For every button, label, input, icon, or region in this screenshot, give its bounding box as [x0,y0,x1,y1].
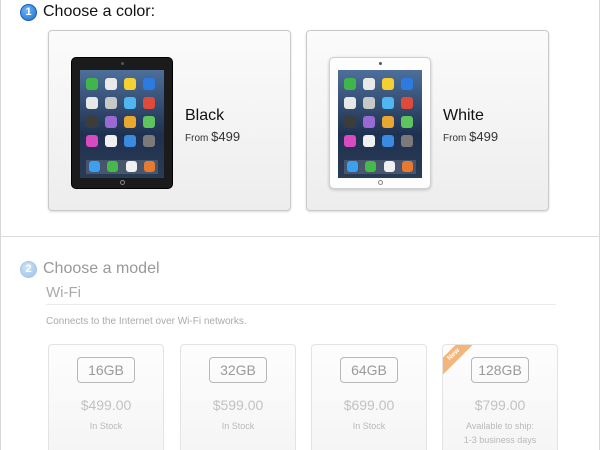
color-price-black: From $499 [185,129,241,144]
capacity-label: 16GB [77,357,135,383]
capacity-stock: In Stock [89,421,123,431]
capacity-option-64gb[interactable]: 64GB $699.00 In Stock [311,344,427,450]
capacity-label: 128GB [471,357,529,383]
capacity-option-128gb[interactable]: New 128GB $799.00 Available to ship: 1-3… [442,344,558,450]
capacity-stock: In Stock [221,421,255,431]
capacity-price: $599.00 [212,397,264,413]
step1-number-badge: 1 [20,3,37,21]
color-name-white: White [443,107,484,124]
capacity-label: 64GB [340,357,398,383]
color-name-black: Black [185,107,225,124]
capacity-stock: Available to ship: 1-3 business days [443,419,557,447]
capacity-option-32gb[interactable]: 32GB $599.00 In Stock [180,344,296,450]
capacity-price: $799.00 [474,397,526,413]
capacity-stock-line1: Available to ship: [466,421,534,431]
model-name: Wi-Fi [46,284,81,301]
capacity-stock: In Stock [352,421,386,431]
capacity-price: $499.00 [80,397,132,413]
step2-title: Choose a model [43,260,160,277]
step2-number-badge: 2 [20,260,37,278]
ipad-white-image [329,57,431,189]
step1-title: Choose a color: [43,3,156,20]
capacity-option-16gb[interactable]: 16GB $499.00 In Stock [48,344,164,450]
frame-left-border [0,0,1,450]
capacity-label: 32GB [209,357,267,383]
ipad-black-image [71,57,173,189]
step1-header: 1 Choose a color: [20,3,155,21]
model-description: Connects to the Internet over Wi-Fi netw… [46,316,247,327]
capacity-stock-line2: 1-3 business days [463,435,537,445]
color-option-black[interactable]: Black From $499 [48,30,291,211]
color-option-white[interactable]: White From $499 [306,30,549,211]
step2-header: 2 Choose a model [20,260,160,278]
capacity-price: $699.00 [343,397,395,413]
section-divider [0,236,600,237]
color-price-white: From $499 [443,129,499,144]
model-rule [46,304,556,305]
